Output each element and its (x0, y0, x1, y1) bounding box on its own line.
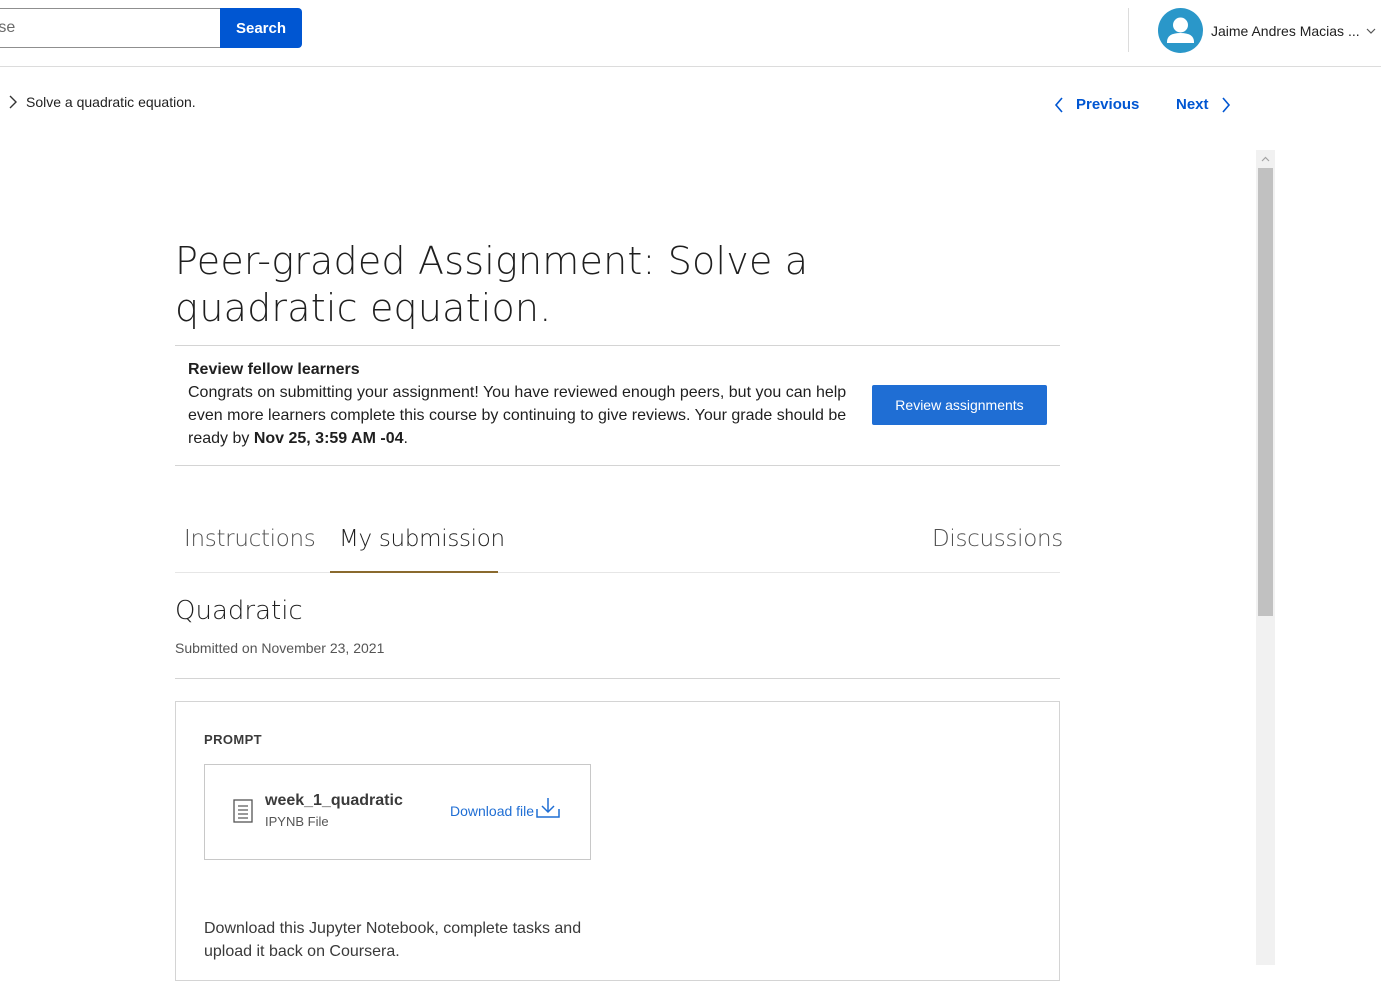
chevron-right-icon (9, 95, 17, 109)
user-icon (1167, 17, 1194, 43)
chevron-up-icon (1261, 156, 1270, 161)
search-button[interactable]: Search (220, 8, 302, 48)
review-assignments-button[interactable]: Review assignments (872, 385, 1047, 425)
document-icon (233, 799, 253, 823)
prompt-label: PROMPT (204, 732, 263, 747)
file-type: IPYNB File (265, 814, 329, 829)
review-heading: Review fellow learners (188, 361, 360, 378)
scrollbar[interactable] (1256, 150, 1275, 965)
download-label: Download file (450, 803, 535, 819)
header-divider (1128, 8, 1129, 52)
submitted-date: Submitted on November 23, 2021 (175, 640, 385, 656)
review-text: Congrats on submitting your assignment! … (188, 384, 847, 447)
search-input[interactable] (0, 8, 221, 48)
chevron-down-icon (1366, 28, 1376, 34)
download-icon (536, 798, 560, 818)
top-header: Search Jaime Andres Macias ... (0, 0, 1381, 67)
chevron-right-icon (1221, 96, 1230, 113)
divider (175, 678, 1060, 679)
next-link[interactable]: Next (1176, 96, 1231, 113)
scroll-up-button[interactable] (1256, 150, 1275, 167)
prompt-text: Download this Jupyter Notebook, complete… (204, 920, 582, 960)
download-file-link[interactable]: Download file (450, 798, 561, 819)
divider (175, 345, 1060, 346)
user-menu[interactable]: Jaime Andres Macias ... (1158, 8, 1376, 53)
chevron-left-icon (1054, 96, 1063, 113)
review-banner: Review fellow learners Congrats on submi… (188, 359, 848, 450)
user-name: Jaime Andres Macias ... (1211, 22, 1360, 39)
tabs-divider (175, 572, 1060, 573)
page-title: Peer-graded Assignment: Solve a quadrati… (175, 239, 809, 330)
active-tab-indicator (330, 571, 498, 573)
previous-link[interactable]: Previous (1054, 96, 1139, 113)
scroll-thumb[interactable] (1258, 168, 1273, 616)
breadcrumb: Solve a quadratic equation. (8, 94, 196, 110)
grade-date: Nov 25, 3:59 AM -04 (253, 430, 404, 447)
tab-instructions[interactable]: Instructions (184, 526, 316, 552)
file-attachment: week_1_quadratic IPYNB File Download fil… (204, 764, 591, 860)
tab-discussions[interactable]: Discussions (932, 526, 1063, 552)
tab-my-submission[interactable]: My submission (339, 526, 505, 552)
file-name: week_1_quadratic (265, 792, 403, 809)
breadcrumb-current[interactable]: Solve a quadratic equation. (26, 94, 196, 110)
submission-title: Quadratic (175, 596, 303, 626)
previous-label: Previous (1076, 96, 1140, 113)
avatar (1158, 8, 1203, 53)
divider (175, 465, 1060, 466)
prompt-card: PROMPT week_1_quadratic IPYNB File Downl… (175, 701, 1060, 981)
next-label: Next (1176, 96, 1209, 113)
